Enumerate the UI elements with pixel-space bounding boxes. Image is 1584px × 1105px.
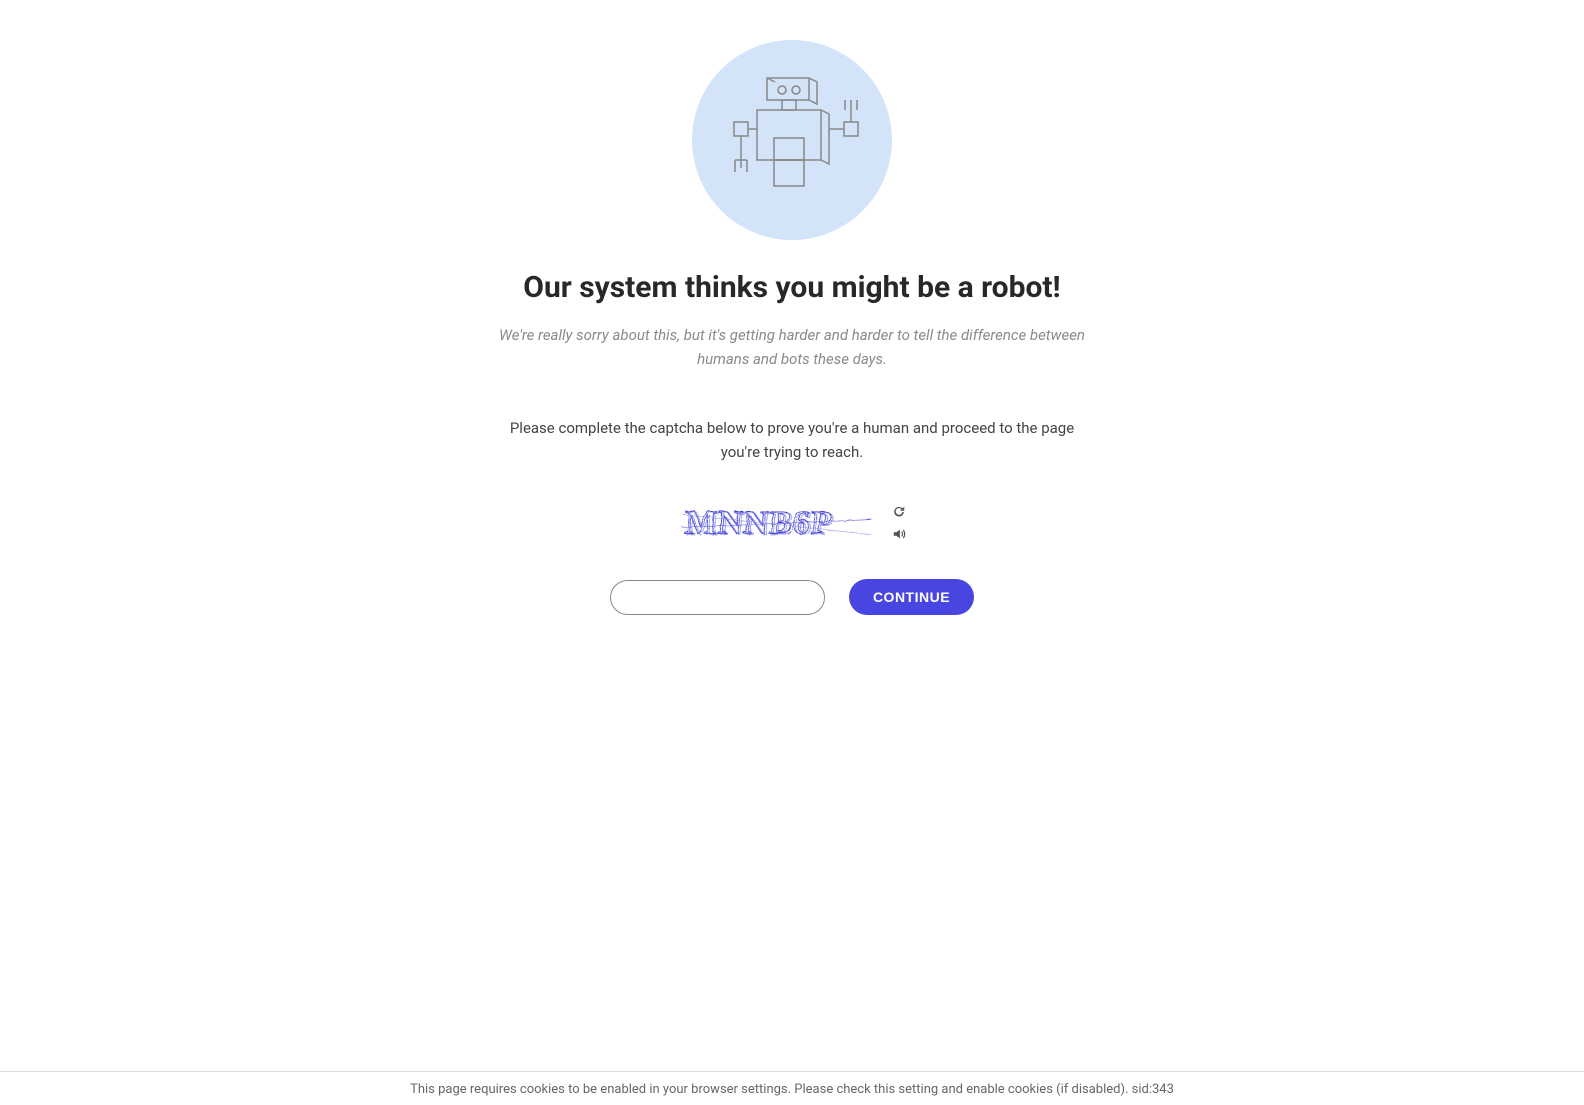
page-subtitle: We're really sorry about this, but it's … (472, 323, 1112, 371)
robot-illustration (692, 40, 892, 240)
page-title: Our system thinks you might be a robot! (472, 270, 1112, 305)
captcha-controls (892, 504, 906, 540)
captcha-input[interactable] (610, 580, 825, 615)
refresh-icon[interactable] (892, 504, 906, 518)
footer-notice: This page requires cookies to be enabled… (0, 1071, 1584, 1105)
continue-button[interactable]: CONTINUE (849, 579, 974, 615)
captcha-image: MNNB6P MNNB6P (678, 499, 878, 544)
captcha-instruction: Please complete the captcha below to pro… (472, 416, 1112, 464)
captcha-form: CONTINUE (472, 579, 1112, 615)
captcha-row: MNNB6P MNNB6P (472, 499, 1112, 544)
audio-icon[interactable] (892, 526, 906, 540)
main-container: Our system thinks you might be a robot! … (472, 0, 1112, 615)
robot-icon (712, 60, 872, 220)
